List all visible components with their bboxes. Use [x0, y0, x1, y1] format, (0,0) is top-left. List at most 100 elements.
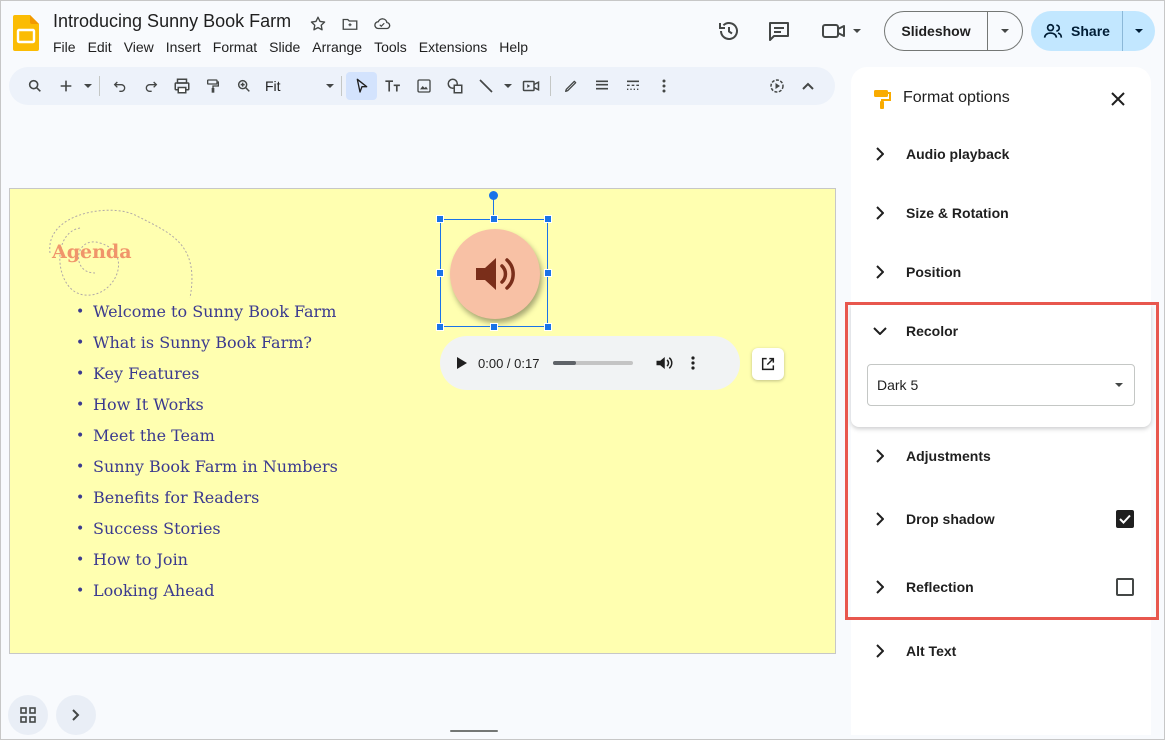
insert-image-icon[interactable] [408, 72, 439, 100]
new-slide-icon[interactable] [50, 72, 81, 100]
rotation-handle[interactable] [489, 191, 498, 200]
section-audio-playback[interactable]: Audio playback [873, 144, 1009, 164]
list-item: How to Join [76, 549, 338, 580]
menu-help[interactable]: Help [493, 38, 534, 56]
speaker-notes-drag-handle[interactable] [450, 730, 498, 732]
resize-handle[interactable] [436, 269, 444, 277]
redo-icon[interactable] [135, 72, 166, 100]
slideshow-options-dropdown[interactable] [988, 12, 1022, 50]
toolbar-divider [550, 76, 551, 96]
slide-canvas[interactable]: Agenda Welcome to Sunny Book Farm What i… [9, 188, 836, 654]
list-item: Success Stories [76, 518, 338, 549]
audio-player: 0:00 / 0:17 [440, 336, 740, 390]
section-label: Alt Text [906, 643, 957, 659]
list-item: Benefits for Readers [76, 487, 338, 518]
progress-track[interactable] [553, 361, 634, 365]
print-icon[interactable] [166, 72, 197, 100]
player-more-icon[interactable] [691, 356, 696, 370]
section-size-rotation[interactable]: Size & Rotation [873, 203, 1009, 223]
chevron-right-icon [873, 265, 887, 279]
section-position[interactable]: Position [873, 262, 961, 282]
section-label: Size & Rotation [906, 205, 1009, 221]
menu-bar: File Edit View Insert Format Slide Arran… [53, 38, 534, 56]
document-title[interactable]: Introducing Sunny Book Farm [53, 11, 291, 32]
shape-icon[interactable] [439, 72, 470, 100]
open-in-new-icon[interactable] [752, 348, 784, 380]
line-dropdown-icon[interactable] [501, 72, 515, 100]
close-icon[interactable] [1107, 88, 1129, 110]
grid-view-icon[interactable] [8, 695, 48, 735]
menu-view[interactable]: View [118, 38, 160, 56]
share-options-dropdown[interactable] [1123, 11, 1155, 51]
animation-icon[interactable] [761, 72, 792, 100]
chevron-right-icon [873, 644, 887, 658]
list-item: Welcome to Sunny Book Farm [76, 301, 338, 332]
section-label: Audio playback [906, 146, 1010, 162]
line-icon[interactable] [470, 72, 501, 100]
menu-slide[interactable]: Slide [263, 38, 306, 56]
meet-call-icon[interactable] [819, 16, 867, 46]
comments-icon[interactable] [764, 16, 794, 46]
toolbar-divider [341, 76, 342, 96]
slides-logo-icon[interactable] [13, 15, 39, 51]
menu-insert[interactable]: Insert [160, 38, 207, 56]
menu-arrange[interactable]: Arrange [306, 38, 368, 56]
slideshow-button-group: Slideshow [884, 11, 1023, 51]
share-button-group: Share [1031, 11, 1155, 51]
play-icon[interactable] [456, 356, 468, 370]
move-folder-icon[interactable] [339, 13, 361, 35]
resize-handle[interactable] [544, 323, 552, 331]
toolbar: Fit [9, 67, 835, 105]
panel-title: Format options [903, 89, 1010, 106]
chevron-down-icon [1135, 29, 1143, 33]
new-slide-dropdown-icon[interactable] [81, 72, 95, 100]
insert-video-icon[interactable] [515, 72, 546, 100]
list-item: Meet the Team [76, 425, 338, 456]
more-options-icon[interactable] [648, 72, 679, 100]
menu-extensions[interactable]: Extensions [413, 38, 493, 56]
search-menus-icon[interactable] [19, 72, 50, 100]
border-dash-icon[interactable] [617, 72, 648, 100]
undo-icon[interactable] [104, 72, 135, 100]
agenda-list[interactable]: Welcome to Sunny Book Farm What is Sunny… [76, 301, 338, 611]
list-item: How It Works [76, 394, 338, 425]
chevron-right-icon [873, 206, 887, 220]
star-icon[interactable] [307, 13, 329, 35]
resize-handle[interactable] [544, 269, 552, 277]
resize-handle[interactable] [544, 215, 552, 223]
resize-handle[interactable] [436, 215, 444, 223]
menu-tools[interactable]: Tools [368, 38, 413, 56]
border-color-icon[interactable] [555, 72, 586, 100]
chevron-right-icon [873, 147, 887, 161]
text-box-icon[interactable] [377, 72, 408, 100]
paint-format-icon[interactable] [197, 72, 228, 100]
zoom-icon[interactable] [228, 72, 259, 100]
progress-fill [553, 361, 576, 365]
list-item: What is Sunny Book Farm? [76, 332, 338, 363]
menu-format[interactable]: Format [207, 38, 263, 56]
expand-filmstrip-icon[interactable] [56, 695, 96, 735]
slideshow-button[interactable]: Slideshow [885, 12, 988, 50]
menu-file[interactable]: File [53, 38, 82, 56]
version-history-icon[interactable] [714, 16, 744, 46]
zoom-value: Fit [265, 78, 281, 94]
section-alt-text[interactable]: Alt Text [873, 641, 956, 661]
resize-handle[interactable] [490, 323, 498, 331]
border-weight-icon[interactable] [586, 72, 617, 100]
resize-handle[interactable] [436, 323, 444, 331]
playback-time: 0:00 / 0:17 [478, 355, 540, 371]
agenda-heading[interactable]: Agenda [52, 241, 132, 263]
toolbar-divider [99, 76, 100, 96]
select-tool-icon[interactable] [346, 72, 377, 100]
people-icon [1043, 23, 1063, 38]
menu-edit[interactable]: Edit [82, 38, 118, 56]
cloud-status-icon[interactable] [371, 13, 393, 35]
volume-icon[interactable] [655, 355, 673, 371]
list-item: Key Features [76, 363, 338, 394]
resize-handle[interactable] [490, 215, 498, 223]
highlight-annotation-box [845, 302, 1159, 620]
zoom-select[interactable]: Fit [259, 72, 337, 100]
format-paint-icon [873, 89, 891, 109]
collapse-toolbar-icon[interactable] [792, 72, 823, 100]
share-button[interactable]: Share [1031, 11, 1123, 51]
